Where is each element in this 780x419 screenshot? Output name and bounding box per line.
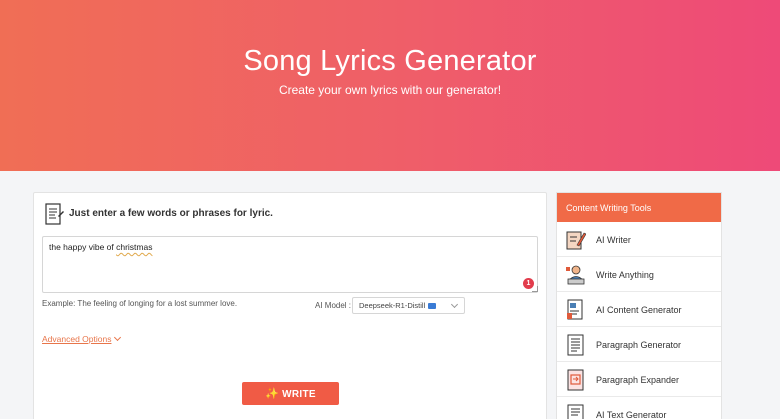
lyric-input-value[interactable]: the happy vibe of christmas [49,242,152,252]
advanced-options-toggle[interactable]: Advanced Options [42,333,122,344]
lyrics-doc-icon [45,203,64,225]
chevron-down-icon [450,300,459,309]
model-label: AI Model : [315,301,352,310]
sidebar-item-label: AI Writer [596,235,631,245]
spellcheck-word: christmas [116,242,153,252]
model-select[interactable]: Deepseek-R1-Distill [352,297,465,314]
sidebar-item-ai-content-generator[interactable]: AI Content Generator [557,292,721,327]
sidebar-item-label: Paragraph Generator [596,340,682,350]
text-doc-icon [567,404,584,419]
sidebar-header: Content Writing Tools [557,193,721,222]
model-badge-icon [428,303,437,310]
writer-icon [566,231,586,250]
resize-handle[interactable] [532,286,538,292]
generator-card: Just enter a few words or phrases for ly… [33,192,547,419]
sidebar-item-label: AI Text Generator [596,410,667,419]
sidebar-item-write-anything[interactable]: Write Anything [557,257,721,292]
sidebar-item-paragraph-generator[interactable]: Paragraph Generator [557,327,721,362]
expander-doc-icon [567,369,584,391]
write-button[interactable]: ✨ WRITE [242,382,339,405]
sidebar-item-label: Write Anything [596,270,654,280]
write-label: WRITE [282,389,316,400]
hero-banner: Song Lyrics Generator Create your own ly… [0,0,780,171]
sidebar-item-paragraph-expander[interactable]: Paragraph Expander [557,362,721,397]
sparkle-icon: ✨ [265,388,280,400]
person-laptop-icon [566,265,585,285]
chevron-down-icon [114,333,122,342]
advanced-options-label: Advanced Options [42,334,112,344]
tools-sidebar: Content Writing Tools AI Writer Write An… [556,192,722,419]
sidebar-item-label: AI Content Generator [596,305,682,315]
paragraph-doc-icon [567,334,584,356]
sidebar-item-label: Paragraph Expander [596,375,680,385]
sidebar-item-ai-writer[interactable]: AI Writer [557,222,721,257]
page-title: Song Lyrics Generator [243,45,537,77]
sidebar-item-ai-text-generator[interactable]: AI Text Generator [557,397,721,419]
instruction-text: Just enter a few words or phrases for ly… [69,208,273,219]
content-doc-icon [567,299,583,320]
input-prefix: the happy vibe of [49,242,117,252]
example-text: Example: The feeling of longing for a lo… [42,299,238,308]
page-subtitle: Create your own lyrics with our generato… [278,83,502,97]
model-value: Deepseek-R1-Distill [359,301,426,310]
